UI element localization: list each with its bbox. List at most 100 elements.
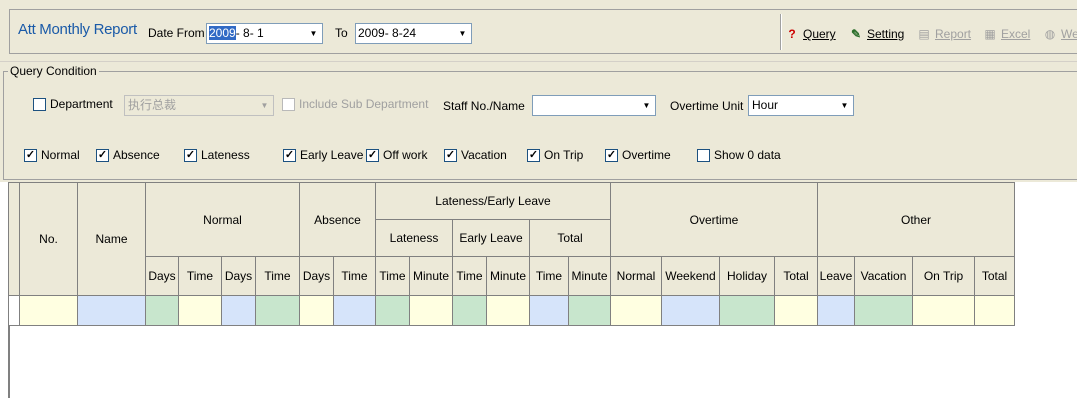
filter-on-trip-checkbox[interactable]: ✓ On Trip [527,148,583,162]
table-cell[interactable] [452,295,487,326]
table-cell[interactable] [529,295,569,326]
header-sub[interactable]: Minute [568,256,611,296]
header-normal[interactable]: Normal [145,182,300,257]
table-row[interactable] [8,295,1015,326]
header-sub[interactable]: Time [529,256,569,296]
header-sub[interactable]: Time [178,256,222,296]
filter-lateness-checkbox[interactable]: ✓ Lateness [184,148,250,162]
row-indicator[interactable] [8,295,20,326]
report-grid-area: No. Name Normal Absence Lateness/Early L… [0,182,1077,398]
header-lateness-early-leave[interactable]: Lateness/Early Leave [375,182,611,220]
table-cell[interactable] [610,295,662,326]
query-button[interactable]: ? Query [784,24,835,44]
web-button[interactable]: ◍ We [1042,24,1077,44]
chevron-down-icon[interactable]: ▼ [638,96,655,115]
header-sub[interactable]: Days [221,256,256,296]
chevron-down-icon[interactable]: ▼ [305,24,322,43]
staff-select[interactable]: ▼ [532,95,656,116]
table-cell[interactable] [661,295,720,326]
checkbox-box[interactable]: ✓ [605,148,618,162]
header-lateness[interactable]: Lateness [375,219,453,257]
filter-early-leave-checkbox[interactable]: ✓ Early Leave [283,148,363,162]
header-sub[interactable]: Weekend [661,256,720,296]
header-sub[interactable]: Holiday [719,256,775,296]
table-cell[interactable] [19,295,78,326]
header-sub[interactable]: Total [774,256,818,296]
filter-show-zero-checkbox[interactable]: Show 0 data [697,148,781,162]
table-cell[interactable] [145,295,179,326]
filter-absence-checkbox[interactable]: ✓ Absence [96,148,160,162]
header-sub[interactable]: Total [974,256,1015,296]
header-other[interactable]: Other [817,182,1015,257]
filter-normal-checkbox[interactable]: ✓ Normal [24,148,80,162]
table-cell[interactable] [568,295,611,326]
overtime-unit-select[interactable]: Hour ▼ [748,95,854,116]
header-sub[interactable]: Minute [486,256,530,296]
department-checkbox[interactable]: Department [33,97,113,111]
checkbox-box[interactable] [282,97,295,111]
table-cell[interactable] [486,295,530,326]
setting-button-label: Setting [867,27,905,41]
table-cell[interactable] [221,295,256,326]
checkbox-box[interactable]: ✓ [366,148,379,162]
header-name[interactable]: Name [77,182,146,296]
table-cell[interactable] [299,295,334,326]
checkbox-box[interactable] [697,148,710,162]
header-absence[interactable]: Absence [299,182,376,257]
date-from-picker[interactable]: 2009- 8- 1 ▼ [206,23,323,44]
table-cell[interactable] [77,295,146,326]
header-sub[interactable]: On Trip [912,256,975,296]
setting-button[interactable]: ✎ Setting [848,24,904,44]
checkbox-box[interactable]: ✓ [527,148,540,162]
date-to-picker[interactable]: 2009- 8-24 ▼ [355,23,472,44]
table-cell[interactable] [854,295,913,326]
table-cell[interactable] [817,295,855,326]
header-sub[interactable]: Time [333,256,376,296]
date-from-year-selected[interactable]: 2009 [209,26,236,40]
report-button[interactable]: ▤ Report [916,24,971,44]
query-condition-legend: Query Condition [8,64,99,78]
chevron-down-icon[interactable]: ▼ [454,24,471,43]
filter-vacation-checkbox[interactable]: ✓ Vacation [444,148,507,162]
checkbox-box[interactable]: ✓ [184,148,197,162]
table-cell[interactable] [912,295,975,326]
table-cell[interactable] [333,295,376,326]
filter-label: Vacation [461,148,507,162]
checkbox-box[interactable]: ✓ [444,148,457,162]
query-condition-panel: Query Condition Department 执行总裁 ▼ Includ… [0,62,1077,182]
checkbox-box[interactable]: ✓ [283,148,296,162]
header-no[interactable]: No. [19,182,78,296]
table-cell[interactable] [719,295,775,326]
department-select[interactable]: 执行总裁 ▼ [124,95,274,116]
table-cell[interactable] [774,295,818,326]
filter-off-work-checkbox[interactable]: ✓ Off work [366,148,427,162]
header-sub[interactable]: Vacation [854,256,913,296]
table-cell[interactable] [178,295,222,326]
include-sub-department-checkbox[interactable]: Include Sub Department [282,97,428,111]
excel-button[interactable]: ▦ Excel [982,24,1030,44]
filter-overtime-checkbox[interactable]: ✓ Overtime [605,148,671,162]
chevron-down-icon[interactable]: ▼ [836,96,853,115]
header-sub[interactable]: Time [255,256,300,296]
header-sub[interactable]: Leave [817,256,855,296]
header-sub[interactable]: Time [375,256,410,296]
table-cell[interactable] [375,295,410,326]
checkbox-box[interactable]: ✓ [24,148,37,162]
header-sub[interactable]: Normal [610,256,662,296]
report-grid[interactable]: No. Name Normal Absence Lateness/Early L… [8,182,1015,326]
header-sub[interactable]: Days [145,256,179,296]
checkbox-box[interactable]: ✓ [96,148,109,162]
checkbox-box[interactable] [33,97,46,111]
header-sub[interactable]: Days [299,256,334,296]
filter-label: Lateness [201,148,250,162]
table-cell[interactable] [255,295,300,326]
table-cell[interactable] [409,295,453,326]
header-overtime[interactable]: Overtime [610,182,818,257]
table-cell[interactable] [974,295,1015,326]
header-total[interactable]: Total [529,219,611,257]
header-sub[interactable]: Minute [409,256,453,296]
overtime-unit-value: Hour [752,98,779,112]
chevron-down-icon[interactable]: ▼ [256,96,273,115]
header-sub[interactable]: Time [452,256,487,296]
header-early-leave[interactable]: Early Leave [452,219,530,257]
